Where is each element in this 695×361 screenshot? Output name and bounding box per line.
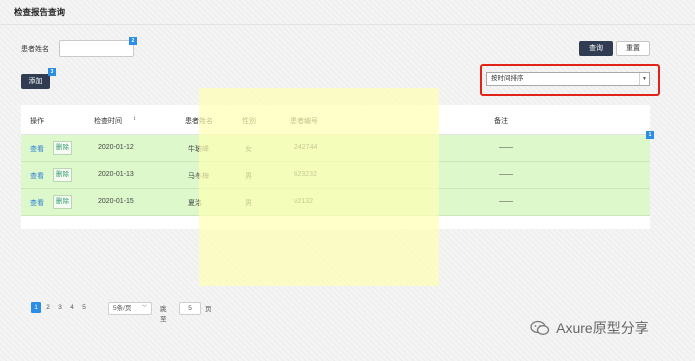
annotation-marker-3: 3 [48,68,56,76]
page-4[interactable]: 4 [67,302,77,313]
cell-gender: 男 [245,200,252,207]
page-title: 检查报告查询 [14,7,66,17]
page-size-value: 5条/页 [113,305,132,312]
query-button[interactable]: 查询 [579,41,613,56]
delete-button[interactable]: 删除 [53,141,72,155]
reset-button[interactable]: 重置 [616,41,650,56]
table-row: 查看 删除 2020-01-13 马冬梅 男 ti23232 —— [21,162,650,189]
sort-select[interactable]: 按时间排序 ▼ [486,72,650,86]
header-gender: 性别 [242,118,256,125]
sort-select-value: 按时间排序 [491,75,524,82]
annotation-marker-2: 2 [129,37,137,45]
sort-icon[interactable]: ↕ [133,116,136,122]
header-patient-id: 患者编号 [290,118,318,125]
page-3[interactable]: 3 [55,302,65,313]
cell-patient-id: 242744 [294,144,318,151]
cell-patient-id: v2132 [294,198,314,205]
table-row: 查看 删除 2020-01-15 夏洛 男 v2132 —— [21,189,650,216]
header-exam-time[interactable]: 检查时间 [94,116,122,126]
header-remark: 备注 [494,118,508,125]
cell-remark: —— [499,171,513,178]
annotation-marker-1: 1 [646,131,654,139]
chevron-down-icon: ﹀ [141,305,147,311]
page-size-select[interactable]: 5条/页 ﹀ [108,302,152,315]
cell-remark: —— [499,198,513,205]
table-row: 查看 删除 2020-01-12 牛玻峰 女 242744 —— [21,135,650,162]
view-link[interactable]: 查看 [30,198,44,208]
title-divider [0,24,695,25]
patient-name-label: 患者姓名 [21,46,49,53]
header-action: 操作 [30,118,44,125]
watermark-text: Axure原型分享 [556,320,649,336]
cell-patient-name: 夏洛 [188,200,202,207]
header-patient-name: 患者姓名 [185,118,213,125]
wechat-icon [530,320,550,339]
cell-patient-name: 马冬梅 [188,173,209,180]
table-header: 操作 检查时间 ↕ 患者姓名 性别 患者编号 备注 [21,105,650,135]
delete-button[interactable]: 删除 [53,195,72,209]
cell-exam-time: 2020-01-13 [98,171,134,178]
cell-exam-time: 2020-01-12 [98,144,134,151]
view-link[interactable]: 查看 [30,144,44,154]
watermark: Axure原型分享 [530,318,649,342]
view-link[interactable]: 查看 [30,171,44,181]
cell-remark: —— [499,144,513,151]
page-5[interactable]: 5 [79,302,89,313]
delete-button[interactable]: 删除 [53,168,72,182]
page-1[interactable]: 1 [31,302,41,313]
chevron-down-icon[interactable]: ▼ [639,73,649,85]
cell-gender: 女 [245,146,252,153]
page-unit-label: 页 [205,306,212,313]
page-2[interactable]: 2 [43,302,53,313]
cell-patient-name: 牛玻峰 [188,146,209,153]
patient-name-input[interactable] [59,40,134,57]
add-button[interactable]: 添加 [21,74,50,89]
cell-exam-time: 2020-01-15 [98,198,134,205]
goto-page-input[interactable]: 5 [179,302,201,315]
goto-label: 跳至 [160,306,167,323]
cell-patient-id: ti23232 [294,171,317,178]
cell-gender: 男 [245,173,252,180]
results-table: 操作 检查时间 ↕ 患者姓名 性别 患者编号 备注 查看 删除 2020-01-… [21,105,650,229]
